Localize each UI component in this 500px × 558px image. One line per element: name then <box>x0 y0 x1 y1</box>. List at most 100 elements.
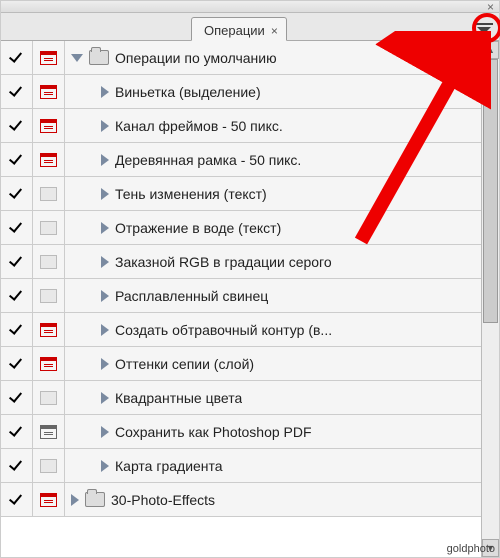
toggle-checkmark-icon[interactable] <box>9 492 25 508</box>
action-set-row[interactable]: 30-Photo-Effects <box>1 483 499 517</box>
check-column[interactable] <box>1 415 33 448</box>
dialog-column[interactable] <box>33 109 65 142</box>
check-column[interactable] <box>1 245 33 278</box>
window-close-icon[interactable]: × <box>487 0 494 14</box>
action-set-row[interactable]: Операции по умолчанию <box>1 41 499 75</box>
scroll-up-button[interactable]: ▲ <box>482 41 499 59</box>
dialog-toggle-icon[interactable] <box>40 119 57 133</box>
disclosure-closed-icon[interactable] <box>101 154 109 166</box>
action-row[interactable]: Отражение в воде (текст) <box>1 211 499 245</box>
dialog-toggle-icon[interactable] <box>40 323 57 337</box>
tree-column[interactable]: Заказной RGB в градации серого <box>65 245 499 278</box>
disclosure-closed-icon[interactable] <box>101 426 109 438</box>
dialog-toggle-empty[interactable] <box>40 289 57 303</box>
toggle-checkmark-icon[interactable] <box>9 220 25 236</box>
dialog-column[interactable] <box>33 313 65 346</box>
dialog-column[interactable] <box>33 483 65 516</box>
toggle-checkmark-icon[interactable] <box>9 118 25 134</box>
check-column[interactable] <box>1 41 33 74</box>
disclosure-closed-icon[interactable] <box>101 120 109 132</box>
dialog-toggle-empty[interactable] <box>40 187 57 201</box>
toggle-checkmark-icon[interactable] <box>9 288 25 304</box>
disclosure-open-icon[interactable] <box>71 54 83 62</box>
toggle-checkmark-icon[interactable] <box>9 356 25 372</box>
dialog-toggle-icon[interactable] <box>40 493 57 507</box>
check-column[interactable] <box>1 313 33 346</box>
tree-column[interactable]: 30-Photo-Effects <box>65 483 499 516</box>
toggle-checkmark-icon[interactable] <box>9 322 25 338</box>
toggle-checkmark-icon[interactable] <box>9 84 25 100</box>
action-row[interactable]: Квадрантные цвета <box>1 381 499 415</box>
dialog-column[interactable] <box>33 143 65 176</box>
tree-column[interactable]: Деревянная рамка - 50 пикс. <box>65 143 499 176</box>
disclosure-closed-icon[interactable] <box>101 86 109 98</box>
dialog-column[interactable] <box>33 75 65 108</box>
check-column[interactable] <box>1 143 33 176</box>
dialog-toggle-icon[interactable] <box>40 51 57 65</box>
toggle-checkmark-icon[interactable] <box>9 152 25 168</box>
tree-column[interactable]: Расплавленный свинец <box>65 279 499 312</box>
tab-actions[interactable]: Операции × <box>191 17 287 41</box>
check-column[interactable] <box>1 449 33 482</box>
scrollbar-vertical[interactable]: ▲ ▼ <box>481 41 499 557</box>
dialog-column[interactable] <box>33 347 65 380</box>
tree-column[interactable]: Операции по умолчанию <box>65 41 499 74</box>
disclosure-closed-icon[interactable] <box>101 392 109 404</box>
dialog-column[interactable] <box>33 245 65 278</box>
action-row[interactable]: Расплавленный свинец <box>1 279 499 313</box>
dialog-toggle-empty[interactable] <box>40 391 57 405</box>
check-column[interactable] <box>1 347 33 380</box>
toggle-checkmark-icon[interactable] <box>9 424 25 440</box>
dialog-toggle-empty[interactable] <box>40 459 57 473</box>
toggle-checkmark-icon[interactable] <box>9 186 25 202</box>
action-row[interactable]: Тень изменения (текст) <box>1 177 499 211</box>
action-row[interactable]: Карта градиента <box>1 449 499 483</box>
action-row[interactable]: Деревянная рамка - 50 пикс. <box>1 143 499 177</box>
action-row[interactable]: Сохранить как Photoshop PDF <box>1 415 499 449</box>
tree-column[interactable]: Отражение в воде (текст) <box>65 211 499 244</box>
scroll-thumb[interactable] <box>483 59 498 323</box>
toggle-checkmark-icon[interactable] <box>9 390 25 406</box>
tree-column[interactable]: Сохранить как Photoshop PDF <box>65 415 499 448</box>
tree-column[interactable]: Канал фреймов - 50 пикс. <box>65 109 499 142</box>
tree-column[interactable]: Карта градиента <box>65 449 499 482</box>
disclosure-closed-icon[interactable] <box>101 358 109 370</box>
check-column[interactable] <box>1 177 33 210</box>
disclosure-closed-icon[interactable] <box>101 290 109 302</box>
disclosure-closed-icon[interactable] <box>101 256 109 268</box>
panel-flyout-menu-button[interactable] <box>475 23 493 37</box>
dialog-toggle-empty[interactable] <box>40 255 57 269</box>
dialog-toggle-empty[interactable] <box>40 221 57 235</box>
disclosure-closed-icon[interactable] <box>71 494 79 506</box>
action-row[interactable]: Виньетка (выделение) <box>1 75 499 109</box>
check-column[interactable] <box>1 75 33 108</box>
tree-column[interactable]: Виньетка (выделение) <box>65 75 499 108</box>
check-column[interactable] <box>1 109 33 142</box>
dialog-column[interactable] <box>33 279 65 312</box>
toggle-checkmark-icon[interactable] <box>9 50 25 66</box>
toggle-checkmark-icon[interactable] <box>9 254 25 270</box>
toggle-checkmark-icon[interactable] <box>9 458 25 474</box>
dialog-column[interactable] <box>33 177 65 210</box>
action-row[interactable]: Оттенки сепии (слой) <box>1 347 499 381</box>
tree-column[interactable]: Оттенки сепии (слой) <box>65 347 499 380</box>
action-row[interactable]: Заказной RGB в градации серого <box>1 245 499 279</box>
check-column[interactable] <box>1 483 33 516</box>
dialog-column[interactable] <box>33 381 65 414</box>
action-row[interactable]: Создать обтравочный контур (в... <box>1 313 499 347</box>
dialog-column[interactable] <box>33 41 65 74</box>
dialog-toggle-icon[interactable] <box>40 357 57 371</box>
dialog-column[interactable] <box>33 415 65 448</box>
action-row[interactable]: Канал фреймов - 50 пикс. <box>1 109 499 143</box>
tree-column[interactable]: Тень изменения (текст) <box>65 177 499 210</box>
dialog-column[interactable] <box>33 211 65 244</box>
tree-column[interactable]: Создать обтравочный контур (в... <box>65 313 499 346</box>
dialog-toggle-icon[interactable] <box>40 85 57 99</box>
dialog-toggle-icon[interactable] <box>40 153 57 167</box>
tab-close-icon[interactable]: × <box>271 24 278 38</box>
check-column[interactable] <box>1 211 33 244</box>
disclosure-closed-icon[interactable] <box>101 188 109 200</box>
scroll-track[interactable] <box>482 59 499 539</box>
disclosure-closed-icon[interactable] <box>101 222 109 234</box>
tree-column[interactable]: Квадрантные цвета <box>65 381 499 414</box>
